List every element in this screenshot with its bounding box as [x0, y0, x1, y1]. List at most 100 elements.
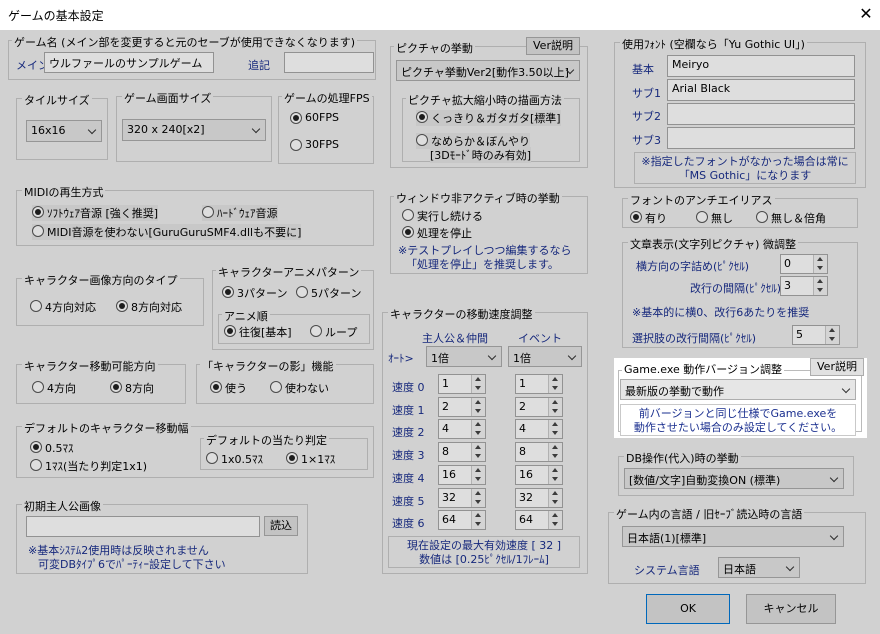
shadow-use-radio[interactable]: 使う [210, 380, 247, 396]
tile-size-select[interactable]: 16x16 [26, 120, 102, 142]
screen-size-select[interactable]: 320 x 240[x2] [122, 119, 266, 141]
cancel-button[interactable]: キャンセル [746, 594, 836, 624]
inactive-group-label: ウィンドウ非アクティブ時の挙動 [394, 190, 562, 206]
game-exe-note-2: 動作させたい場合のみ設定してください。 [633, 421, 843, 434]
initial-hero-input[interactable] [26, 516, 260, 537]
anim-3-radio[interactable]: 3パターン [222, 285, 287, 301]
spinner-arrows-icon[interactable] [471, 420, 485, 439]
game-exe-version-select[interactable]: 最新版の挙動で動作 [620, 379, 856, 400]
spinner-arrows-icon[interactable] [548, 397, 562, 416]
dir-4-radio[interactable]: 4方向対応 [30, 299, 96, 315]
lspace-spinner[interactable]: 3 [780, 276, 828, 296]
picture-ver-button[interactable]: Ver説明 [526, 37, 580, 55]
shadow-none-radio[interactable]: 使わない [270, 380, 329, 396]
speed-hero-value: 2 [442, 399, 449, 413]
speed-row-label: 速度 6 [392, 517, 425, 531]
picture-version-select[interactable]: ピクチャ挙動Ver2[動作3.50以上] [396, 60, 580, 81]
font-sub1-input[interactable]: Arial Black [667, 79, 855, 101]
choice-space-spinner[interactable]: 5 [792, 325, 840, 345]
spinner-arrows-icon[interactable] [548, 443, 562, 462]
hspace-spinner[interactable]: 0 [780, 254, 828, 274]
font-sub3-input[interactable] [667, 127, 855, 149]
speed-hero-spinner[interactable]: 8 [438, 442, 486, 463]
system-language-select[interactable]: 日本語 [718, 557, 800, 578]
extra-name-input[interactable] [284, 52, 374, 73]
font-group-label: 使用ﾌｫﾝﾄ (空欄なら「Yu Gothic UI」) [620, 36, 807, 52]
inactive-continue-radio[interactable]: 実行し続ける [402, 208, 483, 224]
move-half-radio[interactable]: 0.5ﾏｽ [30, 440, 74, 456]
speed-hero-value: 32 [442, 490, 456, 504]
language-select[interactable]: 日本語(1)[標準] [622, 526, 844, 547]
spinner-arrows-icon[interactable] [471, 375, 485, 393]
system-language-label: システム言語 [634, 564, 700, 577]
midi-software-radio[interactable]: ｿﾌﾄｳｪｱ音源 [強く推奨] [32, 205, 159, 221]
spinner-arrows-icon[interactable] [471, 511, 485, 530]
main-name-input[interactable]: ウルファールのサンプルゲーム [44, 52, 214, 73]
midi-none-radio[interactable]: MIDI音源を使わない[GuruGuruSMF4.dllも不要に] [32, 224, 302, 240]
speed-hero-spinner[interactable]: 32 [438, 487, 486, 508]
speed-hero-spinner[interactable]: 64 [438, 510, 486, 531]
move-dir-4-radio[interactable]: 4方向 [32, 380, 76, 396]
speed-hero-spinner[interactable]: 4 [438, 419, 486, 440]
speed-hero-spinner[interactable]: 1 [438, 374, 486, 394]
speed-event-spinner[interactable]: 16 [515, 464, 563, 485]
speed-hero-value: 64 [442, 513, 456, 527]
hit-one-radio[interactable]: 1×1ﾏｽ [286, 451, 335, 467]
antialias-on-radio[interactable]: 有り [630, 210, 667, 226]
hit-half-radio[interactable]: 1x0.5ﾏｽ [206, 451, 263, 467]
game-exe-note-1: 前バージョンと同じ仕様でGame.exeを [638, 407, 838, 420]
speed-hero-spinner[interactable]: 2 [438, 396, 486, 417]
spinner-arrows-icon[interactable] [548, 511, 562, 530]
game-exe-ver-button[interactable]: Ver説明 [810, 358, 864, 376]
antialias-double-radio[interactable]: 無し＆倍角 [756, 210, 826, 226]
spinner-arrows-icon[interactable] [471, 443, 485, 462]
speed-event-spinner[interactable]: 2 [515, 396, 563, 417]
close-icon[interactable]: ✕ [856, 4, 876, 23]
anim-5-radio[interactable]: 5パターン [296, 285, 361, 301]
move-one-radio[interactable]: 1ﾏｽ(当たり判定1x1) [30, 458, 147, 474]
fps-30-radio[interactable]: 30FPS [290, 138, 339, 151]
anim-order-return-radio[interactable]: 往復[基本] [224, 324, 292, 340]
fps-60-radio[interactable]: 60FPS [290, 111, 339, 124]
spinner-arrows-icon[interactable] [471, 488, 485, 507]
spinner-arrows-icon[interactable] [548, 465, 562, 484]
load-hero-button[interactable]: 読込 [264, 516, 298, 536]
speed-hero-spinner[interactable]: 16 [438, 464, 486, 485]
antialias-off-radio[interactable]: 無し [696, 210, 733, 226]
spinner-arrows-icon[interactable] [471, 465, 485, 484]
lspace-value: 3 [784, 279, 791, 292]
spinner-arrows-icon[interactable] [471, 397, 485, 416]
speed-event-spinner[interactable]: 1 [515, 374, 563, 394]
speed-auto-hero-select[interactable]: 1倍 [426, 346, 502, 367]
midi-hardware-radio[interactable]: ﾊｰﾄﾞｳｪｱ音源 [202, 205, 278, 221]
speed-row-label: 速度 1 [392, 403, 425, 417]
dir-8-radio[interactable]: 8方向対応 [116, 299, 182, 315]
font-note: ※指定したフォントがなかった場合は常に 「MS Gothic」になります [634, 152, 856, 184]
picture-scale-group-label: ピクチャ拡大縮小時の描画方法 [406, 92, 564, 108]
spinner-arrows-icon[interactable] [548, 488, 562, 507]
fps-group-label: ゲームの処理FPS [282, 90, 372, 106]
hit-box-group-label: デフォルトの当たり判定 [204, 432, 329, 448]
speed-event-spinner[interactable]: 32 [515, 487, 563, 508]
scale-sharp-radio[interactable]: くっきり＆ガタガタ[標準] [416, 110, 561, 126]
spinner-arrows-icon[interactable] [548, 420, 562, 439]
move-dir-8-radio[interactable]: 8方向 [110, 380, 154, 396]
lspace-arrows-icon[interactable] [813, 277, 827, 295]
anim-order-loop-radio[interactable]: ループ [310, 324, 357, 340]
speed-hero-value: 4 [442, 422, 449, 436]
font-sub2-input[interactable] [667, 103, 855, 125]
speed-event-spinner[interactable]: 64 [515, 510, 563, 531]
inactive-stop-radio[interactable]: 処理を停止 [402, 225, 472, 241]
spinner-arrows-icon[interactable] [548, 375, 562, 393]
speed-event-spinner[interactable]: 4 [515, 419, 563, 440]
speed-event-spinner[interactable]: 8 [515, 442, 563, 463]
ok-button[interactable]: OK [646, 594, 730, 624]
font-base-input[interactable]: Meiryo [667, 55, 855, 77]
hspace-arrows-icon[interactable] [813, 255, 827, 273]
char-shadow-group-label: 「キャラクターの影」機能 [200, 358, 336, 374]
speed-hero-value: 8 [442, 445, 449, 459]
speed-auto-event-select[interactable]: 1倍 [508, 346, 582, 367]
choice-space-arrows-icon[interactable] [825, 326, 839, 344]
db-op-select[interactable]: [数値/文字]自動変換ON (標準) [624, 468, 844, 489]
picture-group-label: ピクチャの挙動 [394, 40, 475, 56]
